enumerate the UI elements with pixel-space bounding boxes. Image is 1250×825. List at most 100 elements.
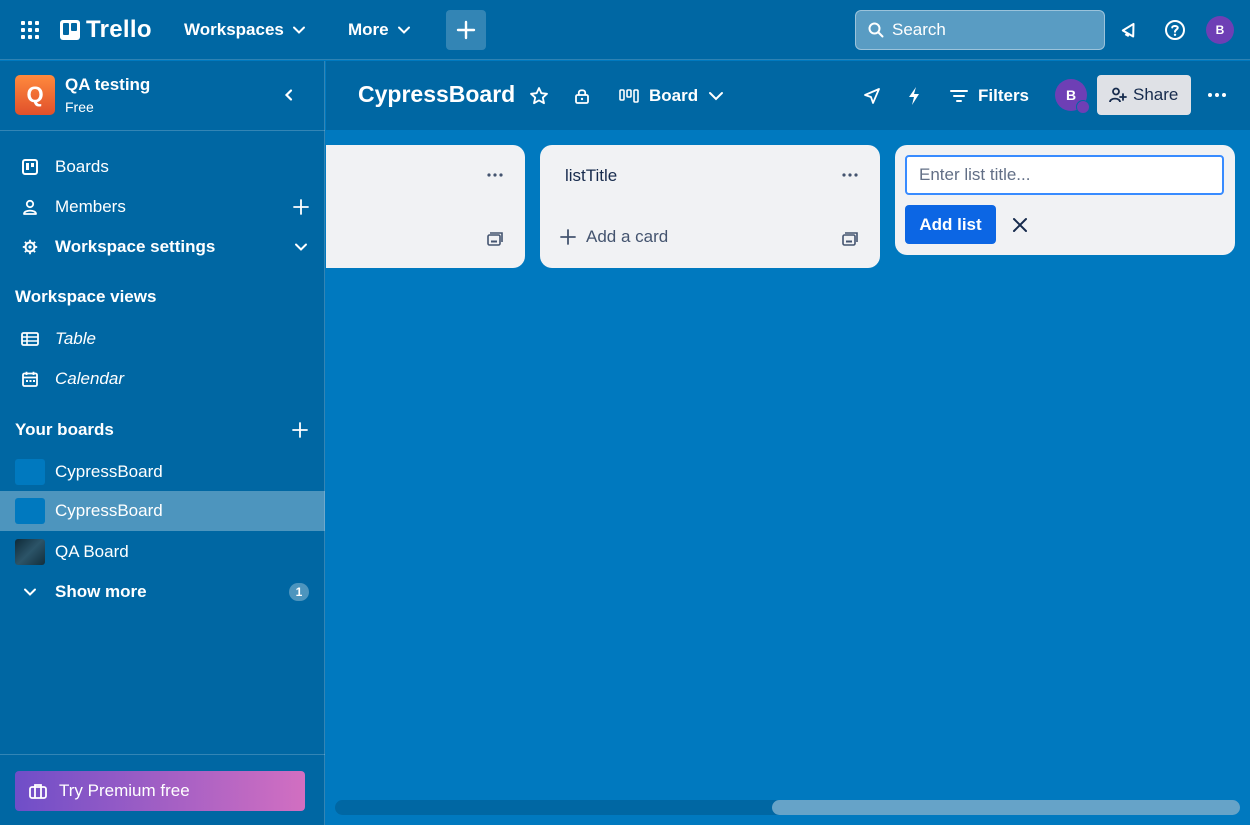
show-more-count-badge: 1 bbox=[289, 583, 309, 601]
visibility-button[interactable] bbox=[574, 81, 590, 111]
workspace-plan: Free bbox=[65, 99, 94, 115]
workspace-logo: Q bbox=[15, 75, 55, 115]
more-horizontal-icon bbox=[842, 173, 858, 177]
automation-button[interactable] bbox=[906, 81, 922, 111]
chevron-down-icon bbox=[292, 26, 305, 34]
sidebar-board-item-active[interactable]: CypressBoard bbox=[0, 491, 325, 531]
close-icon[interactable] bbox=[1008, 213, 1032, 237]
share-button[interactable]: Share bbox=[1097, 75, 1191, 115]
trello-logo-text: Trello bbox=[86, 16, 152, 43]
sidebar-item-workspace-settings[interactable]: Workspace settings bbox=[0, 227, 325, 267]
list-title-input[interactable] bbox=[905, 155, 1224, 195]
star-board-button[interactable] bbox=[529, 81, 549, 111]
sidebar-footer: Try Premium free bbox=[0, 754, 325, 825]
chevron-down-icon bbox=[709, 92, 724, 101]
show-more-label: Show more bbox=[55, 582, 147, 601]
more-horizontal-icon bbox=[1208, 93, 1226, 97]
calendar-icon bbox=[20, 370, 40, 388]
gear-icon bbox=[20, 238, 40, 256]
add-card-button[interactable]: Add a card bbox=[560, 227, 668, 247]
filter-icon bbox=[950, 90, 968, 102]
try-premium-button[interactable]: Try Premium free bbox=[15, 771, 305, 811]
chevron-down-icon bbox=[397, 26, 410, 34]
power-ups-button[interactable] bbox=[862, 81, 882, 111]
list-column bbox=[326, 145, 525, 268]
collapse-sidebar-button[interactable] bbox=[275, 81, 303, 109]
add-list-button[interactable]: Add list bbox=[905, 205, 996, 244]
sidebar-item-label: Boards bbox=[55, 157, 109, 176]
template-icon bbox=[842, 232, 858, 246]
list-column: listTitle Add a card bbox=[540, 145, 880, 268]
person-icon bbox=[20, 198, 40, 216]
board-header: CypressBoard Board Filters B Share bbox=[326, 61, 1250, 130]
sidebar: Q QA testing Free Boards Members Workspa… bbox=[0, 61, 325, 825]
filters-button[interactable]: Filters bbox=[950, 81, 1029, 111]
sidebar-board-label: CypressBoard bbox=[55, 462, 163, 481]
lock-icon bbox=[575, 89, 589, 104]
try-premium-label: Try Premium free bbox=[59, 781, 190, 800]
board-color-swatch bbox=[15, 498, 45, 524]
add-person-icon bbox=[1109, 87, 1127, 103]
your-boards-heading: Your boards bbox=[15, 420, 114, 439]
more-menu-label: More bbox=[348, 20, 389, 39]
trello-logo-icon bbox=[60, 20, 80, 40]
board-menu-button[interactable] bbox=[1202, 81, 1232, 109]
chevron-down-icon bbox=[20, 583, 40, 601]
add-list-composer: Add list bbox=[895, 145, 1235, 255]
board-view-icon bbox=[619, 89, 639, 103]
trello-logo[interactable]: Trello bbox=[60, 16, 152, 44]
create-board-plus-icon[interactable] bbox=[290, 420, 310, 440]
more-horizontal-icon bbox=[487, 173, 503, 177]
template-icon bbox=[487, 232, 503, 246]
workspace-name[interactable]: QA testing bbox=[65, 75, 150, 95]
sidebar-board-item[interactable]: QA Board bbox=[0, 532, 325, 572]
chevron-down-icon[interactable] bbox=[291, 237, 311, 257]
board-canvas: listTitle Add a card Add list bbox=[326, 130, 1250, 825]
card-template-button[interactable] bbox=[840, 229, 860, 249]
app-switcher-icon[interactable] bbox=[14, 14, 46, 46]
share-label: Share bbox=[1133, 85, 1179, 104]
board-member-initial: B bbox=[1065, 87, 1077, 103]
more-menu-button[interactable]: More bbox=[340, 14, 419, 46]
workspace-views-heading: Workspace views bbox=[15, 287, 157, 306]
add-card-label: Add a card bbox=[586, 227, 669, 246]
notifications-button[interactable] bbox=[1114, 14, 1146, 46]
help-button[interactable] bbox=[1159, 14, 1191, 46]
list-title[interactable]: listTitle bbox=[565, 166, 617, 186]
workspaces-menu-label: Workspaces bbox=[184, 20, 284, 39]
show-more-button[interactable]: Show more 1 bbox=[0, 572, 325, 612]
board-view-switcher[interactable]: Board bbox=[619, 81, 724, 111]
board-color-swatch bbox=[15, 459, 45, 485]
horizontal-scrollbar-thumb[interactable] bbox=[772, 800, 1240, 815]
list-actions-button[interactable] bbox=[483, 163, 507, 187]
sidebar-board-label: CypressBoard bbox=[55, 501, 163, 520]
search-box[interactable] bbox=[855, 10, 1105, 50]
workspace-header: Q QA testing Free bbox=[0, 61, 325, 131]
card-template-button[interactable] bbox=[485, 229, 505, 249]
plus-icon bbox=[560, 229, 576, 245]
sidebar-item-boards[interactable]: Boards bbox=[0, 147, 325, 187]
search-input[interactable] bbox=[892, 20, 1092, 40]
star-icon bbox=[530, 87, 548, 105]
board-title[interactable]: CypressBoard bbox=[358, 81, 515, 108]
sidebar-item-label: Calendar bbox=[55, 369, 124, 388]
board-view-label: Board bbox=[649, 86, 699, 105]
sidebar-board-label: QA Board bbox=[55, 542, 129, 561]
sidebar-item-calendar[interactable]: Calendar bbox=[0, 359, 325, 399]
briefcase-icon bbox=[29, 784, 47, 799]
sidebar-board-item[interactable]: CypressBoard bbox=[0, 452, 325, 492]
board-image-thumbnail bbox=[15, 539, 45, 565]
create-button[interactable] bbox=[446, 10, 486, 50]
workspaces-menu-button[interactable]: Workspaces bbox=[176, 14, 314, 46]
list-actions-button[interactable] bbox=[838, 163, 862, 187]
board-member-avatar[interactable]: B bbox=[1055, 79, 1090, 114]
help-icon bbox=[1165, 20, 1185, 40]
sidebar-item-members[interactable]: Members bbox=[0, 187, 325, 227]
admin-badge-icon bbox=[1076, 100, 1090, 114]
sidebar-item-table[interactable]: Table bbox=[0, 319, 325, 359]
user-avatar[interactable]: B bbox=[1206, 16, 1234, 44]
sidebar-item-label: Members bbox=[55, 197, 126, 216]
add-member-plus-icon[interactable] bbox=[291, 197, 311, 217]
sidebar-item-label: Table bbox=[55, 329, 96, 348]
search-icon bbox=[868, 22, 884, 38]
